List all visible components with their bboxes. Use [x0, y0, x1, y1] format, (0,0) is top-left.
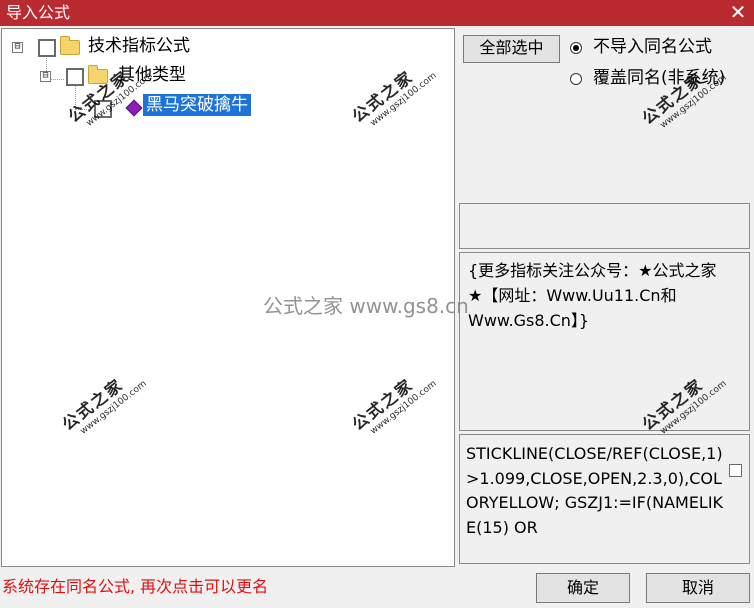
- window-title: 导入公式: [6, 3, 71, 22]
- root-checkbox[interactable]: [38, 39, 56, 57]
- ok-button[interactable]: 确定: [536, 573, 630, 603]
- close-icon[interactable]: ✕: [726, 0, 750, 24]
- description-text: {更多指标关注公众号：★公式之家★【网址：Www.Uu11.Cn和Www.Gs8…: [468, 261, 717, 330]
- skip-same-name-label[interactable]: 不导入同名公式: [593, 36, 712, 58]
- diamond-gem-icon: [125, 99, 143, 117]
- overwrite-label[interactable]: 覆盖同名(非系统): [593, 67, 725, 89]
- skip-same-name-radio[interactable]: [570, 42, 582, 54]
- code-preview-text: STICKLINE(CLOSE/REF(CLOSE,1)>1.099,CLOSE…: [466, 444, 724, 537]
- tree-group-label: 其他类型: [118, 65, 186, 85]
- cancel-button[interactable]: 取消: [646, 573, 750, 603]
- preview-checkbox[interactable]: [729, 464, 742, 477]
- title-bar: 导入公式 ✕: [0, 0, 754, 26]
- group-checkbox[interactable]: [66, 68, 84, 86]
- tree-formula-label: 黑马突破擒牛: [143, 94, 251, 116]
- collapse-icon[interactable]: ⊟: [12, 42, 23, 53]
- folder-icon: [60, 36, 80, 55]
- info-field: [459, 203, 750, 249]
- tree-root-label: 技术指标公式: [88, 36, 190, 56]
- watermark-cn: 公式之家: [638, 68, 707, 129]
- folder-icon: [88, 65, 108, 84]
- tree-item-root[interactable]: ⊟ 技术指标公式: [2, 35, 302, 59]
- collapse-icon[interactable]: ⊟: [40, 71, 51, 82]
- formula-tree[interactable]: ⊟ 技术指标公式 ⊟ 其他类型 黑马突破擒牛: [1, 28, 455, 567]
- select-all-button[interactable]: 全部选中: [463, 35, 560, 63]
- overwrite-radio[interactable]: [570, 73, 582, 85]
- status-message: 系统存在同名公式, 再次点击可以更名: [2, 577, 269, 596]
- import-formula-dialog: 导入公式 ✕ ⊟ 技术指标公式 ⊟ 其他类型 黑马突破擒牛 全部选中 不导入同名…: [0, 0, 754, 608]
- formula-checkbox[interactable]: [94, 100, 112, 118]
- tree-item-group[interactable]: ⊟ 其他类型: [2, 64, 302, 88]
- tree-item-formula[interactable]: 黑马突破擒牛: [2, 94, 302, 118]
